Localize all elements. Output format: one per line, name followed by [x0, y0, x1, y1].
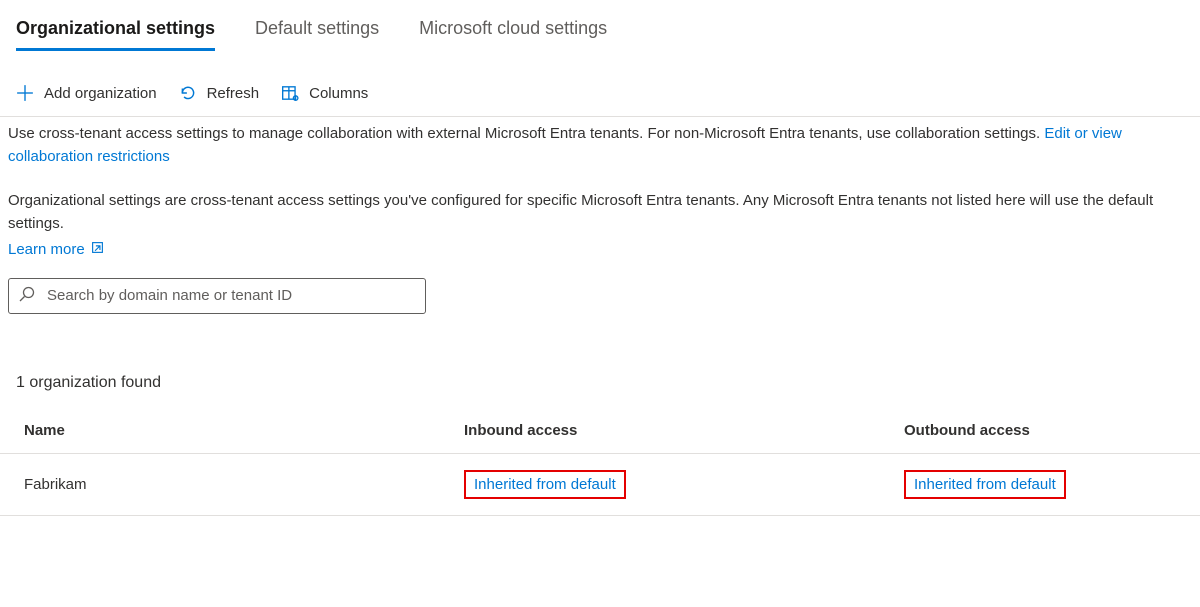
toolbar: Add organization Refresh Columns — [0, 52, 1200, 117]
refresh-label: Refresh — [207, 85, 260, 102]
add-organization-button[interactable]: Add organization — [16, 84, 157, 102]
search-input[interactable] — [47, 287, 415, 304]
add-organization-label: Add organization — [44, 85, 157, 102]
description-text-1: Use cross-tenant access settings to mana… — [8, 125, 1044, 142]
external-link-icon — [91, 239, 104, 262]
outbound-access-cell: Inherited from default — [904, 470, 1176, 499]
search-box[interactable] — [8, 278, 426, 314]
tab-organizational-settings[interactable]: Organizational settings — [16, 10, 215, 51]
inbound-access-link[interactable]: Inherited from default — [474, 476, 616, 493]
table-row: Fabrikam Inherited from default Inherite… — [0, 454, 1200, 516]
learn-more-label: Learn more — [8, 239, 85, 262]
results-count: 1 organization found — [0, 314, 1200, 404]
outbound-highlight: Inherited from default — [904, 470, 1066, 499]
search-container — [0, 262, 1200, 314]
refresh-button[interactable]: Refresh — [179, 84, 260, 102]
column-header-outbound[interactable]: Outbound access — [904, 422, 1176, 439]
org-name-cell: Fabrikam — [24, 476, 464, 493]
description-section: Use cross-tenant access settings to mana… — [0, 117, 1200, 262]
inbound-highlight: Inherited from default — [464, 470, 626, 499]
description-line2: Organizational settings are cross-tenant… — [8, 190, 1192, 235]
columns-label: Columns — [309, 85, 368, 102]
columns-button[interactable]: Columns — [281, 84, 368, 102]
column-header-inbound[interactable]: Inbound access — [464, 422, 904, 439]
column-header-name[interactable]: Name — [24, 422, 464, 439]
table-header-row: Name Inbound access Outbound access — [0, 404, 1200, 454]
search-icon — [19, 286, 35, 305]
description-line1: Use cross-tenant access settings to mana… — [8, 123, 1192, 168]
plus-icon — [16, 84, 34, 102]
tab-default-settings[interactable]: Default settings — [255, 10, 379, 51]
tab-microsoft-cloud-settings[interactable]: Microsoft cloud settings — [419, 10, 607, 51]
columns-icon — [281, 84, 299, 102]
refresh-icon — [179, 84, 197, 102]
tabs-bar: Organizational settings Default settings… — [0, 0, 1200, 52]
learn-more-link[interactable]: Learn more — [8, 239, 104, 262]
outbound-access-link[interactable]: Inherited from default — [914, 476, 1056, 493]
organizations-table: Name Inbound access Outbound access Fabr… — [0, 404, 1200, 516]
inbound-access-cell: Inherited from default — [464, 470, 904, 499]
